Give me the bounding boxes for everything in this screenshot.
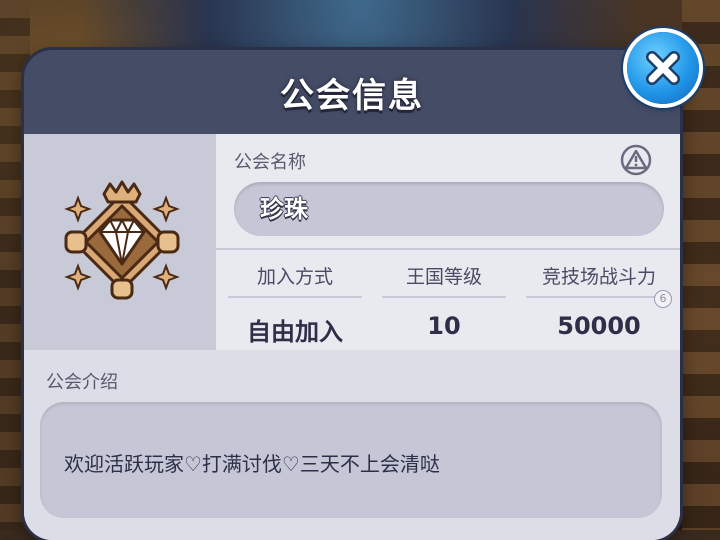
close-button[interactable] (627, 32, 699, 104)
guild-intro-section: 公会介绍 欢迎活跃玩家♡打满讨伐♡三天不上会清哒 (24, 350, 680, 540)
stat-label: 王国等级 (382, 250, 506, 298)
stat-join-mode: 加入方式 自由加入 (220, 250, 370, 350)
stat-label: 加入方式 (228, 250, 362, 298)
guild-intro-label: 公会介绍 (46, 372, 118, 393)
guild-intro-box: 欢迎活跃玩家♡打满讨伐♡三天不上会清哒 (40, 402, 662, 518)
guild-info-dialog: 公会信息 公会名称 珍珠 加入方式 自由加入 王国等级 10 竞技场战斗力 50… (24, 50, 680, 540)
dialog-content: 公会名称 珍珠 加入方式 自由加入 王国等级 10 竞技场战斗力 50000 6… (24, 134, 680, 540)
guild-name-field: 珍珠 (234, 182, 664, 236)
stat-label: 竞技场战斗力 (526, 250, 672, 298)
guild-name-value: 珍珠 (260, 195, 308, 223)
guild-name-label: 公会名称 (234, 152, 306, 173)
dialog-title: 公会信息 (280, 75, 424, 116)
info-badge: 6 (654, 290, 672, 308)
stat-value: 自由加入 (247, 318, 343, 346)
stat-kingdom-level: 王国等级 10 (374, 250, 514, 350)
close-icon (646, 51, 680, 85)
emblem-panel (24, 134, 216, 350)
diamond-guild-emblem-icon (64, 180, 180, 300)
warning-icon[interactable] (620, 144, 652, 176)
stat-value: 10 (427, 312, 461, 340)
guild-intro-text: 欢迎活跃玩家♡打满讨伐♡三天不上会清哒 (64, 452, 440, 476)
